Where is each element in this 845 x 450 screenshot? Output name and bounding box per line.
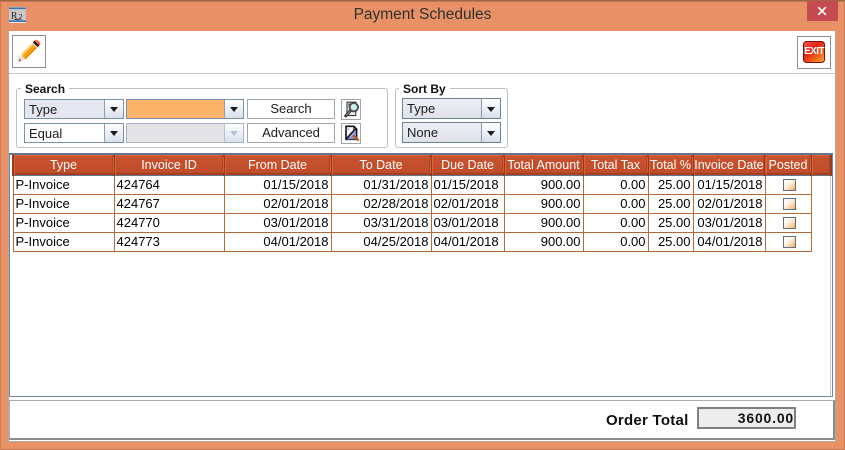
svg-text:2: 2 (19, 13, 23, 22)
